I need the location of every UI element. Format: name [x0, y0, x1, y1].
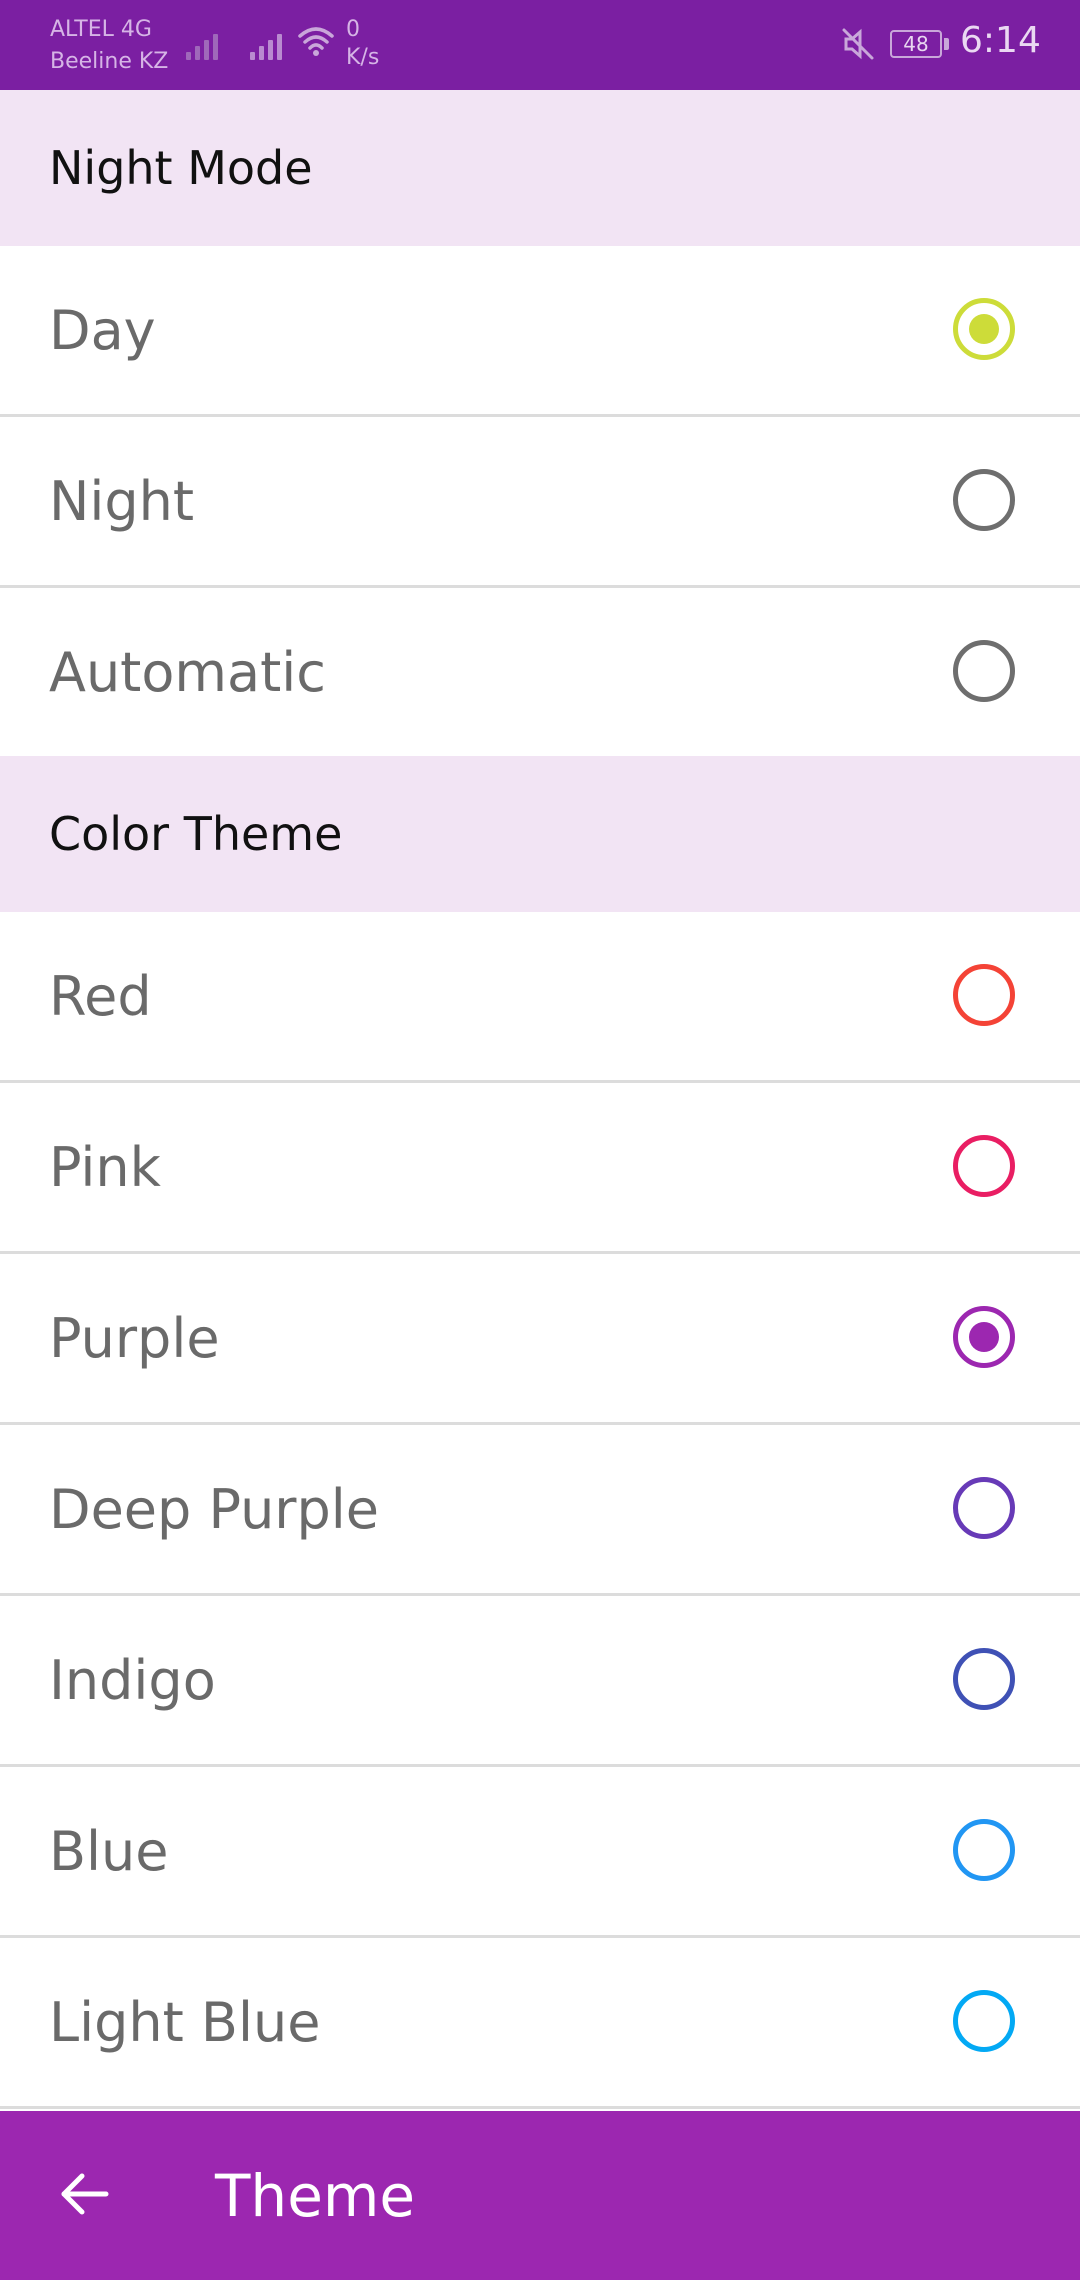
option-red[interactable]: Red: [0, 912, 1080, 1083]
status-bar: ALTEL 4G Beeline KZ 0 K/s 48 6:14: [0, 0, 1080, 90]
speed-value: 0: [346, 17, 360, 42]
radio-dot: [969, 2006, 999, 2036]
option-blue[interactable]: Blue: [0, 1767, 1080, 1938]
option-day[interactable]: Day: [0, 246, 1080, 417]
network-speed: 0 K/s: [346, 16, 379, 72]
radio-dot: [969, 980, 999, 1010]
radio-dot: [969, 1151, 999, 1181]
option-label: Deep Purple: [49, 1477, 380, 1541]
option-label: Blue: [49, 1819, 169, 1883]
radio-button-icon[interactable]: [953, 640, 1015, 702]
option-automatic[interactable]: Automatic: [0, 588, 1080, 756]
radio-button-icon[interactable]: [953, 298, 1015, 360]
arrow-left-icon[interactable]: [56, 2163, 118, 2225]
option-label: Automatic: [49, 640, 326, 704]
radio-button-icon[interactable]: [953, 1648, 1015, 1710]
speed-unit: K/s: [346, 45, 380, 70]
option-pink[interactable]: Pink: [0, 1083, 1080, 1254]
option-label: Light Blue: [49, 1990, 321, 2054]
radio-dot: [969, 1493, 999, 1523]
clock: 6:14: [960, 20, 1041, 61]
section-header-night-mode: Night Mode: [0, 90, 1080, 246]
option-light-blue[interactable]: Light Blue: [0, 1938, 1080, 2109]
radio-dot: [969, 1835, 999, 1865]
signal-icon: [186, 28, 218, 60]
option-label: Purple: [49, 1306, 220, 1370]
radio-dot: [969, 485, 999, 515]
option-deep-purple[interactable]: Deep Purple: [0, 1425, 1080, 1596]
carrier-info: ALTEL 4G Beeline KZ: [50, 14, 168, 78]
option-indigo[interactable]: Indigo: [0, 1596, 1080, 1767]
section-header-color-theme: Color Theme: [0, 756, 1080, 912]
mute-icon: [842, 28, 874, 60]
option-label: Day: [49, 298, 156, 362]
radio-button-icon[interactable]: [953, 469, 1015, 531]
option-label: Red: [49, 964, 152, 1028]
radio-dot: [969, 656, 999, 686]
carrier-secondary: Beeline KZ: [50, 49, 169, 74]
radio-button-icon[interactable]: [953, 1477, 1015, 1539]
radio-button-icon[interactable]: [953, 1819, 1015, 1881]
radio-button-icon[interactable]: [953, 1135, 1015, 1197]
carrier-primary: ALTEL 4G: [50, 17, 152, 42]
bottom-app-bar: Theme: [0, 2111, 1080, 2280]
page-title: Theme: [215, 2161, 416, 2230]
option-label: Night: [49, 469, 195, 533]
battery-icon: 48: [890, 30, 942, 58]
signal-icon: [250, 28, 282, 60]
radio-dot: [969, 314, 999, 344]
option-label: Indigo: [49, 1648, 216, 1712]
radio-dot: [969, 1664, 999, 1694]
settings-list: Night Mode Day Night Automatic Color The…: [0, 90, 1080, 2109]
battery-cap: [944, 38, 949, 50]
option-purple[interactable]: Purple: [0, 1254, 1080, 1425]
option-label: Pink: [49, 1135, 161, 1199]
radio-button-icon[interactable]: [953, 1306, 1015, 1368]
radio-button-icon[interactable]: [953, 964, 1015, 1026]
radio-button-icon[interactable]: [953, 1990, 1015, 2052]
wifi-icon: [298, 27, 334, 56]
radio-dot: [969, 1322, 999, 1352]
option-night[interactable]: Night: [0, 417, 1080, 588]
